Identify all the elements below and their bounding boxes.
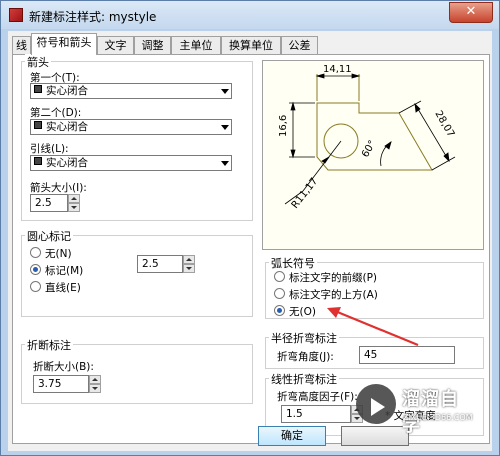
tab-symbols-arrows[interactable]: 符号和箭头 bbox=[31, 33, 97, 55]
close-button[interactable]: ✕ bbox=[449, 2, 493, 23]
tab-primary-units[interactable]: 主单位 bbox=[171, 36, 221, 54]
tab-alternate-units[interactable]: 换算单位 bbox=[221, 36, 281, 54]
ok-button[interactable]: 确定 bbox=[258, 426, 326, 446]
window-title: 新建标注样式: mystyle bbox=[29, 10, 157, 24]
tab-text[interactable]: 文字 bbox=[97, 36, 134, 54]
tab-lines[interactable]: 线 bbox=[12, 36, 31, 54]
dialog-window: 新建标注样式: mystyle ✕ 线 符号和箭头 文字 调整 主单位 换算单位… bbox=[0, 0, 500, 456]
tab-tolerances[interactable]: 公差 bbox=[281, 36, 318, 54]
autocad-app-icon bbox=[9, 8, 23, 22]
watermark-url: ZIXUE.3D66.COM bbox=[403, 413, 473, 422]
tab-fit[interactable]: 调整 bbox=[134, 36, 171, 54]
watermark: 溜溜自学 ZIXUE.3D66.COM bbox=[356, 381, 474, 437]
watermark-name: 溜溜自学 bbox=[402, 389, 459, 436]
play-logo-icon bbox=[356, 384, 396, 424]
title-bar: 新建标注样式: mystyle ✕ bbox=[1, 1, 499, 29]
